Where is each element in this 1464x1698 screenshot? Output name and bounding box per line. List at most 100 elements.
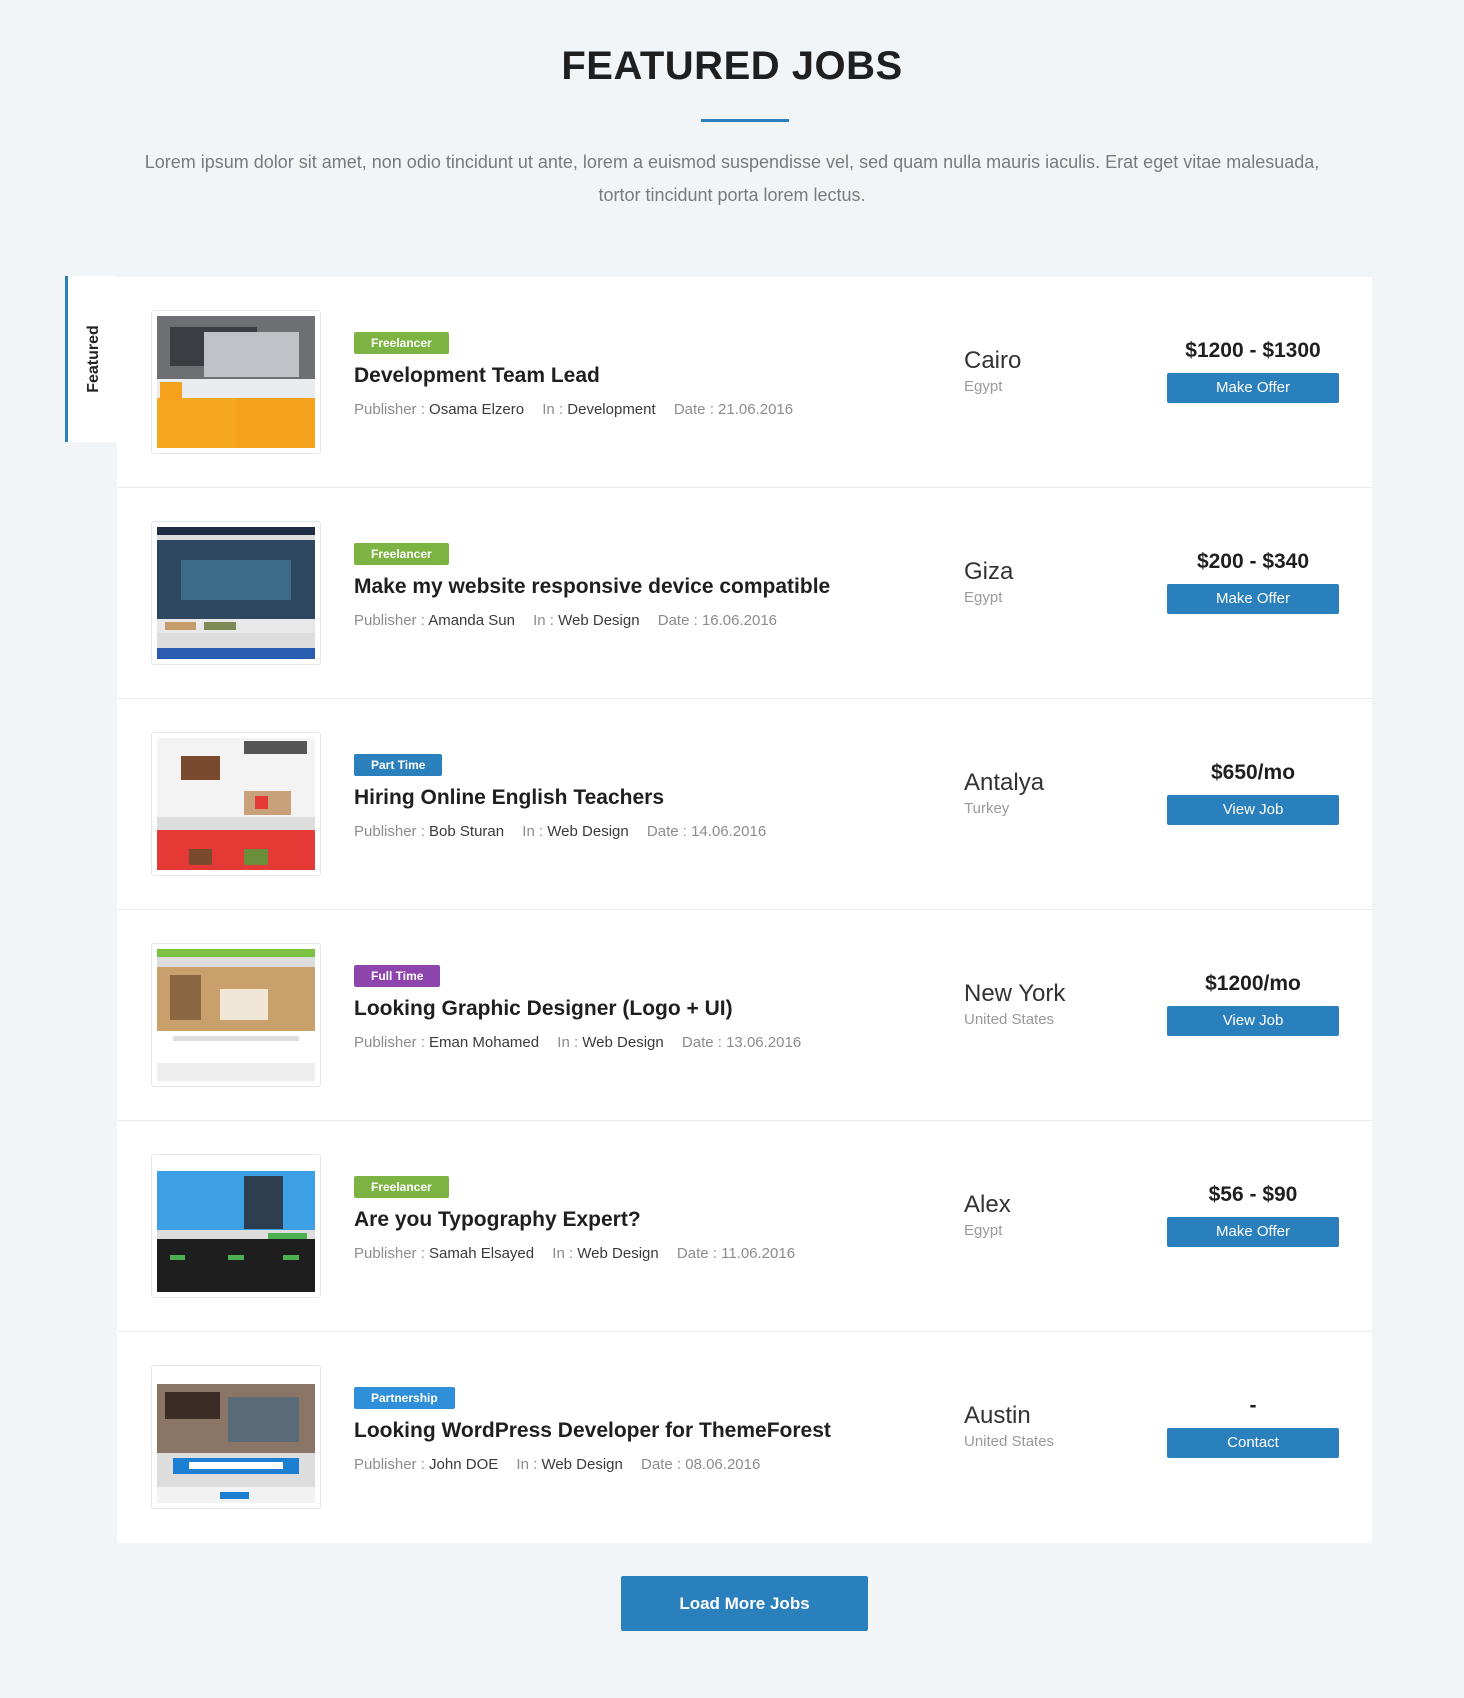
job-row: Part Time Hiring Online English Teachers… — [117, 699, 1372, 910]
job-title[interactable]: Make my website responsive device compat… — [354, 575, 830, 599]
job-meta: Publisher : Samah Elsayed In : Web Desig… — [354, 1245, 795, 1262]
thumbnail-shape — [157, 648, 315, 659]
thumbnail-shape — [157, 397, 236, 448]
job-category[interactable]: Web Design — [547, 823, 628, 840]
job-action-button[interactable]: Make Offer — [1167, 373, 1339, 403]
job-date: 21.06.2016 — [718, 401, 794, 418]
publisher-name[interactable]: Amanda Sun — [428, 612, 515, 629]
thumbnail-shape — [157, 1062, 315, 1081]
thumbnail-shape — [172, 1036, 300, 1042]
job-title[interactable]: Looking WordPress Developer for ThemeFor… — [354, 1419, 831, 1443]
thumbnail-shape — [160, 382, 183, 401]
job-country: United States — [964, 1433, 1055, 1450]
job-type-badge: Freelancer — [354, 1176, 449, 1198]
job-price: $200 - $340 — [1196, 550, 1310, 573]
job-row: Partnership Looking WordPress Developer … — [117, 1332, 1372, 1543]
thumbnail-shape — [243, 848, 268, 865]
thumbnail-shape — [243, 1175, 284, 1229]
thumbnail-shape — [164, 622, 197, 630]
job-thumbnail[interactable] — [151, 1365, 321, 1509]
publisher-name[interactable]: Osama Elzero — [429, 401, 524, 418]
job-type-badge: Freelancer — [354, 332, 449, 354]
job-row: Freelancer Development Team Lead Publish… — [117, 277, 1372, 488]
publisher-name[interactable]: Samah Elsayed — [429, 1245, 534, 1262]
publisher-name[interactable]: Bob Sturan — [429, 823, 504, 840]
job-row: Freelancer Make my website responsive de… — [117, 488, 1372, 699]
date-label: Date : — [646, 823, 692, 840]
category-label: In : — [522, 823, 548, 840]
thumbnail-shape — [204, 622, 236, 630]
date-label: Date : — [641, 1456, 686, 1473]
job-meta: Publisher : Eman Mohamed In : Web Design… — [354, 1034, 801, 1051]
load-more-button[interactable]: Load More Jobs — [621, 1576, 868, 1631]
title-divider — [701, 119, 789, 122]
job-date: 08.06.2016 — [685, 1456, 761, 1473]
thumbnail-shape — [169, 975, 202, 1021]
job-title[interactable]: Development Team Lead — [354, 364, 600, 388]
job-date: 13.06.2016 — [726, 1034, 802, 1051]
job-thumbnail[interactable] — [151, 1154, 321, 1298]
job-thumbnail[interactable] — [151, 943, 321, 1087]
thumbnail-shape — [220, 1492, 249, 1500]
thumbnail-shape — [243, 740, 308, 754]
job-category[interactable]: Web Design — [541, 1456, 622, 1473]
job-city: Austin — [964, 1402, 1031, 1429]
thumbnail-shape — [220, 988, 268, 1021]
job-thumbnail-image — [157, 527, 315, 659]
job-city: New York — [964, 980, 1066, 1007]
job-thumbnail-image — [157, 738, 315, 870]
thumbnail-shape — [169, 1255, 186, 1261]
category-label: In : — [557, 1034, 583, 1051]
job-category[interactable]: Web Design — [577, 1245, 658, 1262]
job-title[interactable]: Looking Graphic Designer (Logo + UI) — [354, 997, 733, 1021]
job-thumbnail[interactable] — [151, 732, 321, 876]
job-category[interactable]: Development — [567, 401, 655, 418]
job-action-button[interactable]: Make Offer — [1167, 1217, 1339, 1247]
job-category[interactable]: Web Design — [558, 612, 639, 629]
job-thumbnail[interactable] — [151, 310, 321, 454]
section-intro: Lorem ipsum dolor sit amet, non odio tin… — [144, 152, 1320, 205]
thumbnail-shape — [283, 1255, 300, 1261]
thumbnail-shape — [254, 796, 268, 810]
thumbnail-shape — [180, 560, 292, 600]
thumbnail-shape — [157, 1170, 315, 1230]
job-thumbnail[interactable] — [151, 521, 321, 665]
thumbnail-shape — [157, 1239, 315, 1292]
category-label: In : — [533, 612, 559, 629]
thumbnail-shape — [157, 1160, 315, 1171]
job-title[interactable]: Hiring Online English Teachers — [354, 786, 664, 810]
job-meta: Publisher : Amanda Sun In : Web Design D… — [354, 612, 777, 629]
date-label: Date : — [657, 612, 702, 629]
publisher-name[interactable]: John DOE — [429, 1456, 498, 1473]
publisher-label: Publisher : — [354, 401, 430, 418]
job-category[interactable]: Web Design — [582, 1034, 663, 1051]
featured-tab[interactable]: Featured — [65, 276, 117, 442]
featured-tab-label: Featured — [85, 325, 102, 393]
job-meta: Publisher : Osama Elzero In : Developmen… — [354, 401, 793, 418]
thumbnail-shape — [188, 848, 213, 865]
job-price: $56 - $90 — [1208, 1183, 1298, 1206]
job-action-button[interactable]: Contact — [1167, 1428, 1339, 1458]
job-city: Giza — [964, 558, 1014, 585]
job-price: - — [1249, 1394, 1257, 1417]
job-type-badge: Full Time — [354, 965, 441, 987]
job-meta: Publisher : John DOE In : Web Design Dat… — [354, 1456, 760, 1473]
thumbnail-shape — [188, 1462, 284, 1469]
date-label: Date : — [676, 1245, 722, 1262]
job-action-button[interactable]: View Job — [1167, 1006, 1339, 1036]
thumbnail-shape — [228, 1397, 300, 1443]
thumbnail-shape — [228, 1255, 244, 1261]
publisher-label: Publisher : — [354, 1034, 430, 1051]
job-action-button[interactable]: Make Offer — [1167, 584, 1339, 614]
job-thumbnail-image — [157, 1160, 315, 1292]
job-action-button[interactable]: View Job — [1167, 795, 1339, 825]
job-title[interactable]: Are you Typography Expert? — [354, 1208, 641, 1232]
job-type-badge: Freelancer — [354, 543, 449, 565]
thumbnail-shape — [157, 949, 315, 957]
job-type-badge: Part Time — [354, 754, 443, 776]
job-city: Alex — [964, 1191, 1011, 1218]
publisher-name[interactable]: Eman Mohamed — [429, 1034, 539, 1051]
category-label: In : — [516, 1456, 542, 1473]
job-city: Cairo — [964, 347, 1022, 374]
job-thumbnail-image — [157, 949, 315, 1081]
